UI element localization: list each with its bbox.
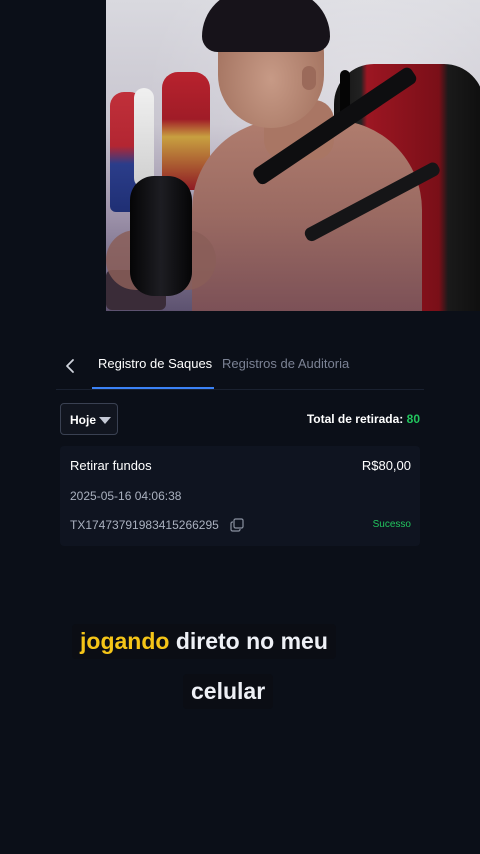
tab-registro-de-saques[interactable]: Registro de Saques <box>98 356 212 371</box>
date-filter-value: Hoje <box>70 413 97 427</box>
microphone <box>130 176 192 296</box>
transaction-id: TX17473791983415266295 <box>70 518 219 532</box>
active-tab-indicator <box>92 387 214 389</box>
transaction-amount: R$80,00 <box>361 458 411 473</box>
caption-highlight: jogando <box>80 628 170 654</box>
transaction-card[interactable]: Retirar fundos R$80,00 2025-05-16 04:06:… <box>60 446 420 546</box>
streamer-hair <box>202 0 330 52</box>
date-filter-dropdown[interactable]: Hoje <box>60 403 118 435</box>
total-value: 80 <box>406 412 420 426</box>
back-button[interactable] <box>58 354 82 378</box>
status-badge: Sucesso <box>372 519 411 530</box>
header-divider <box>56 389 424 390</box>
trooper-figure <box>134 88 154 188</box>
total-label: Total de retirada: <box>306 412 404 426</box>
caption-line-2: celular <box>183 674 274 709</box>
tab-registros-de-auditoria[interactable]: Registros de Auditoria <box>222 356 349 371</box>
screen: Registro de Saques Registros de Auditori… <box>0 0 480 854</box>
caret-down-icon <box>99 417 111 424</box>
page-header: Registro de Saques Registros de Auditori… <box>0 340 480 390</box>
caption-line-1-text: direto no meu <box>169 628 328 654</box>
transaction-datetime: 2025-05-16 04:06:38 <box>70 489 182 503</box>
webcam-overlay <box>106 0 480 311</box>
copy-icon[interactable] <box>230 518 244 532</box>
caption-line-1: jogando direto no meu <box>72 624 336 659</box>
streamer-ear <box>302 66 316 90</box>
total-withdrawal: Total de retirada: 80 <box>307 412 420 426</box>
chevron-left-icon <box>66 359 74 373</box>
transaction-title: Retirar fundos <box>70 458 152 473</box>
